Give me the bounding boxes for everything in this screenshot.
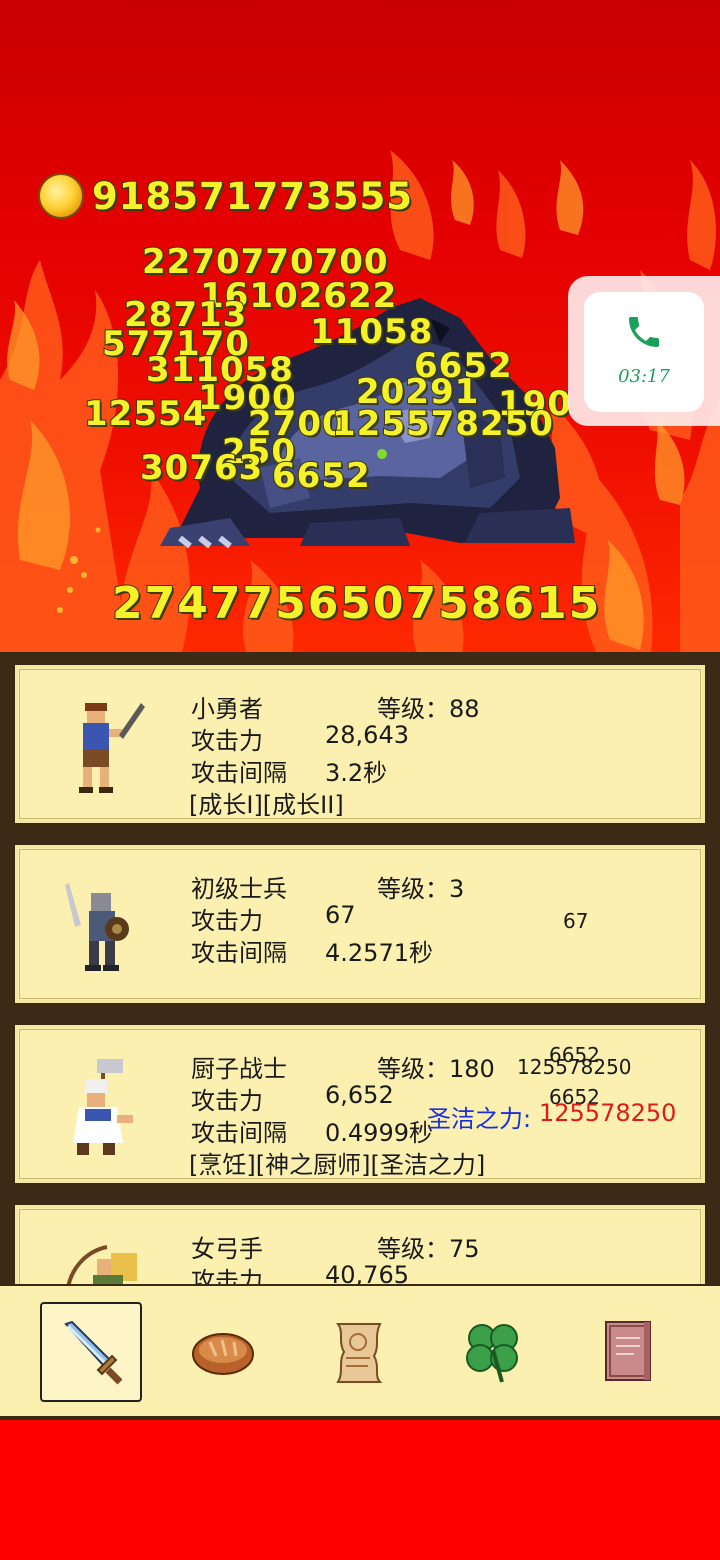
call-duration: 03:17 [618,366,670,387]
gold-amount: 918571773555 [91,174,413,219]
damage-popup: 30763 [139,447,264,489]
hero-name: 初级士兵 [191,875,287,903]
swordsman-hero-icon [79,703,145,793]
hero-level: 等级：180 [377,1055,495,1083]
sword-icon [64,1320,123,1385]
damage-popup: 6652 [271,455,371,497]
hero-level: 等级：75 [377,1235,480,1263]
hero-name: 女弓手 [191,1235,263,1263]
attack-label: 攻击力 [191,1087,263,1115]
hero-card[interactable]: 小勇者 等级：88 攻击力 28,643 攻击间隔 3.2秒 [成长I][成长I… [12,662,708,826]
damage-popup: 125578250 [331,403,554,445]
nav-heroes-tab[interactable] [40,1302,142,1402]
call-widget[interactable]: 03:17 [584,292,704,412]
interval-value: 0.4999秒 [325,1119,433,1147]
interval-label: 攻击间隔 [191,1119,287,1147]
gold-coin-icon [38,173,84,219]
hero-skills: [烹饪][神之厨师][圣洁之力] [189,1151,486,1179]
hero-name: 小勇者 [191,695,263,723]
bread-icon [192,1333,254,1375]
interval-value: 3.2秒 [325,759,388,787]
interval-label: 攻击间隔 [191,939,287,967]
hero-name: 厨子战士 [191,1055,287,1083]
hero-level: 等级：3 [377,875,465,903]
hero-card[interactable]: 女弓手 等级：75 攻击力 40,765 [12,1202,708,1292]
attack-popup: 67 [563,909,589,933]
attack-value: 67 [325,901,356,929]
holy-power-label: 圣洁之力: [427,1105,532,1133]
nav-quests-tab[interactable] [308,1302,410,1402]
attack-value: 6,652 [325,1081,394,1109]
nav-food-tab[interactable] [172,1302,274,1402]
scroll-icon [336,1323,383,1383]
book-icon [605,1321,651,1381]
nav-luck-tab[interactable] [442,1302,544,1402]
attack-label: 攻击力 [191,907,263,935]
interval-label: 攻击间隔 [191,759,287,787]
holy-popup: 125578250 [517,1055,632,1079]
hero-card[interactable]: 厨子战士 等级：180 攻击力 6,652 攻击间隔 0.4999秒 [烹饪][… [12,1022,708,1186]
phone-icon [629,317,659,347]
hero-level: 等级：88 [377,695,480,723]
holy-power-value: 125578250 [539,1099,677,1127]
attack-value: 28,643 [325,721,409,749]
interval-value: 4.2571秒 [325,939,433,967]
damage-popup: 12554 [83,393,208,435]
hero-list[interactable]: 小勇者 等级：88 攻击力 28,643 攻击间隔 3.2秒 [成长I][成长I… [0,652,720,1292]
clover-icon [466,1324,518,1383]
gold-counter: 918571773555 [38,170,413,222]
chef-hero-icon [73,1059,133,1155]
attack-label: 攻击力 [191,727,263,755]
soldier-hero-icon [65,883,129,971]
nav-book-tab[interactable] [578,1302,680,1402]
battle-scene[interactable]: 918571773555 2270770700 16102622 28713 1… [0,0,720,660]
bottom-nav [0,1284,720,1420]
hero-card[interactable]: 初级士兵 等级：3 攻击力 67 攻击间隔 4.2571秒 67 [12,842,708,1006]
hero-skills: [成长I][成长II] [189,791,344,819]
total-damage: 274775650758615 [111,577,602,630]
